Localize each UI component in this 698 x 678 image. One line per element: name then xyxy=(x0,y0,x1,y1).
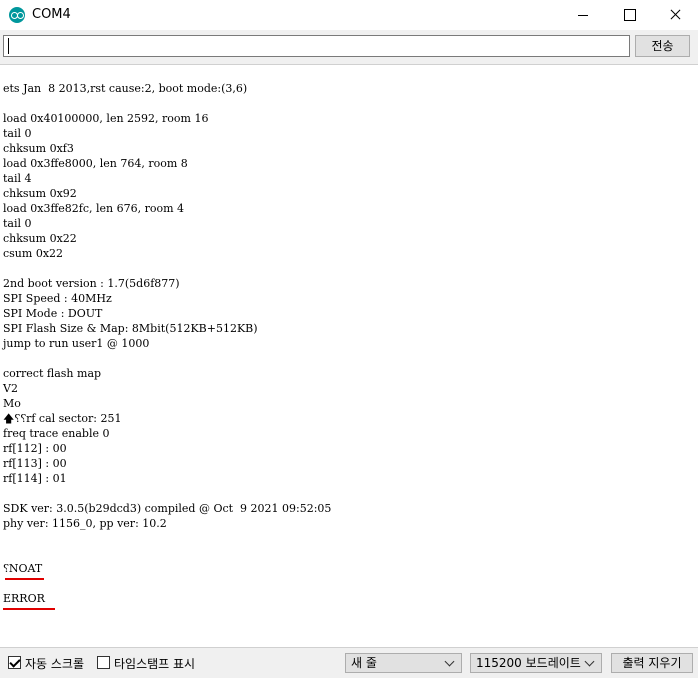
output-line: 2nd boot version : 1.7(5d6f877) xyxy=(3,277,180,290)
line-ending-value: 새 줄 xyxy=(351,656,377,670)
output-line: tail 0 xyxy=(3,217,32,230)
output-line: SPI Flash Size & Map: 8Mbit(512KB+512KB) xyxy=(3,322,258,335)
baud-rate-value: 115200 보드레이트 xyxy=(476,656,581,670)
arduino-icon xyxy=(9,7,25,23)
output-line: tail 4 xyxy=(3,172,32,185)
output-line: load 0x3ffe82fc, len 676, room 4 xyxy=(3,202,185,215)
output-line: ⸮NOAT xyxy=(3,561,331,580)
output-line: ets Jan 8 2013,rst cause:2, boot mode:(3… xyxy=(3,82,248,95)
baud-rate-select[interactable]: 115200 보드레이트 xyxy=(470,653,602,673)
output-line: SDK ver: 3.0.5(b29dcd3) compiled @ Oct 9… xyxy=(3,502,332,515)
output-line: chksum 0x92 xyxy=(3,187,77,200)
output-line: csum 0x22 xyxy=(3,247,64,260)
clear-output-button[interactable]: 출력 지우기 xyxy=(611,653,693,673)
noat-line-highlight: ⸮NOAT xyxy=(3,562,45,580)
output-line: load 0x40100000, len 2592, room 16 xyxy=(3,112,209,125)
close-icon[interactable] xyxy=(652,0,698,30)
text-caret xyxy=(8,38,9,54)
output-line: freq trace enable 0 xyxy=(3,427,110,440)
send-row: 전송 xyxy=(0,30,698,62)
send-button[interactable]: 전송 xyxy=(635,35,690,57)
output-line: tail 0 xyxy=(3,127,32,140)
output-line: rf[112] : 00 xyxy=(3,442,67,455)
maximize-icon[interactable] xyxy=(606,0,652,30)
output-line: chksum 0x22 xyxy=(3,232,77,245)
output-line: ERROR xyxy=(3,591,331,610)
output-line: Mo xyxy=(3,397,21,410)
output-line: 🡅⸮⸮rf cal sector: 251 xyxy=(3,412,122,425)
output-line: jump to run user1 @ 1000 xyxy=(3,337,150,350)
bottom-toolbar: 자동 스크롤 타임스탬프 표시 새 줄 115200 보드레이트 출력 지우기 xyxy=(0,648,698,678)
output-line: load 0x3ffe8000, len 764, room 8 xyxy=(3,157,188,170)
output-line: SPI Speed : 40MHz xyxy=(3,292,112,305)
autoscroll-checkbox[interactable] xyxy=(8,656,21,669)
error-line-highlight: ERROR xyxy=(3,592,55,610)
serial-output-text: ets Jan 8 2013,rst cause:2, boot mode:(3… xyxy=(3,81,332,610)
autoscroll-label[interactable]: 자동 스크롤 xyxy=(25,655,84,672)
chevron-down-icon xyxy=(444,656,455,667)
timestamp-checkbox[interactable] xyxy=(97,656,110,669)
serial-send-input[interactable] xyxy=(3,35,630,57)
timestamp-label[interactable]: 타임스탬프 표시 xyxy=(114,655,195,672)
serial-output-area[interactable]: ets Jan 8 2013,rst cause:2, boot mode:(3… xyxy=(0,64,698,648)
minimize-icon[interactable] xyxy=(560,0,606,30)
window-title: COM4 xyxy=(32,7,71,22)
output-line: SPI Mode : DOUT xyxy=(3,307,103,320)
chevron-down-icon xyxy=(584,656,595,667)
output-line: phy ver: 1156_0, pp ver: 10.2 xyxy=(3,517,167,530)
title-bar: COM4 xyxy=(0,0,698,30)
output-line: rf[113] : 00 xyxy=(3,457,67,470)
output-line: correct flash map xyxy=(3,367,102,380)
output-line: chksum 0xf3 xyxy=(3,142,74,155)
output-line: V2 xyxy=(3,382,18,395)
line-ending-select[interactable]: 새 줄 xyxy=(345,653,462,673)
output-line: rf[114] : 01 xyxy=(3,472,67,485)
